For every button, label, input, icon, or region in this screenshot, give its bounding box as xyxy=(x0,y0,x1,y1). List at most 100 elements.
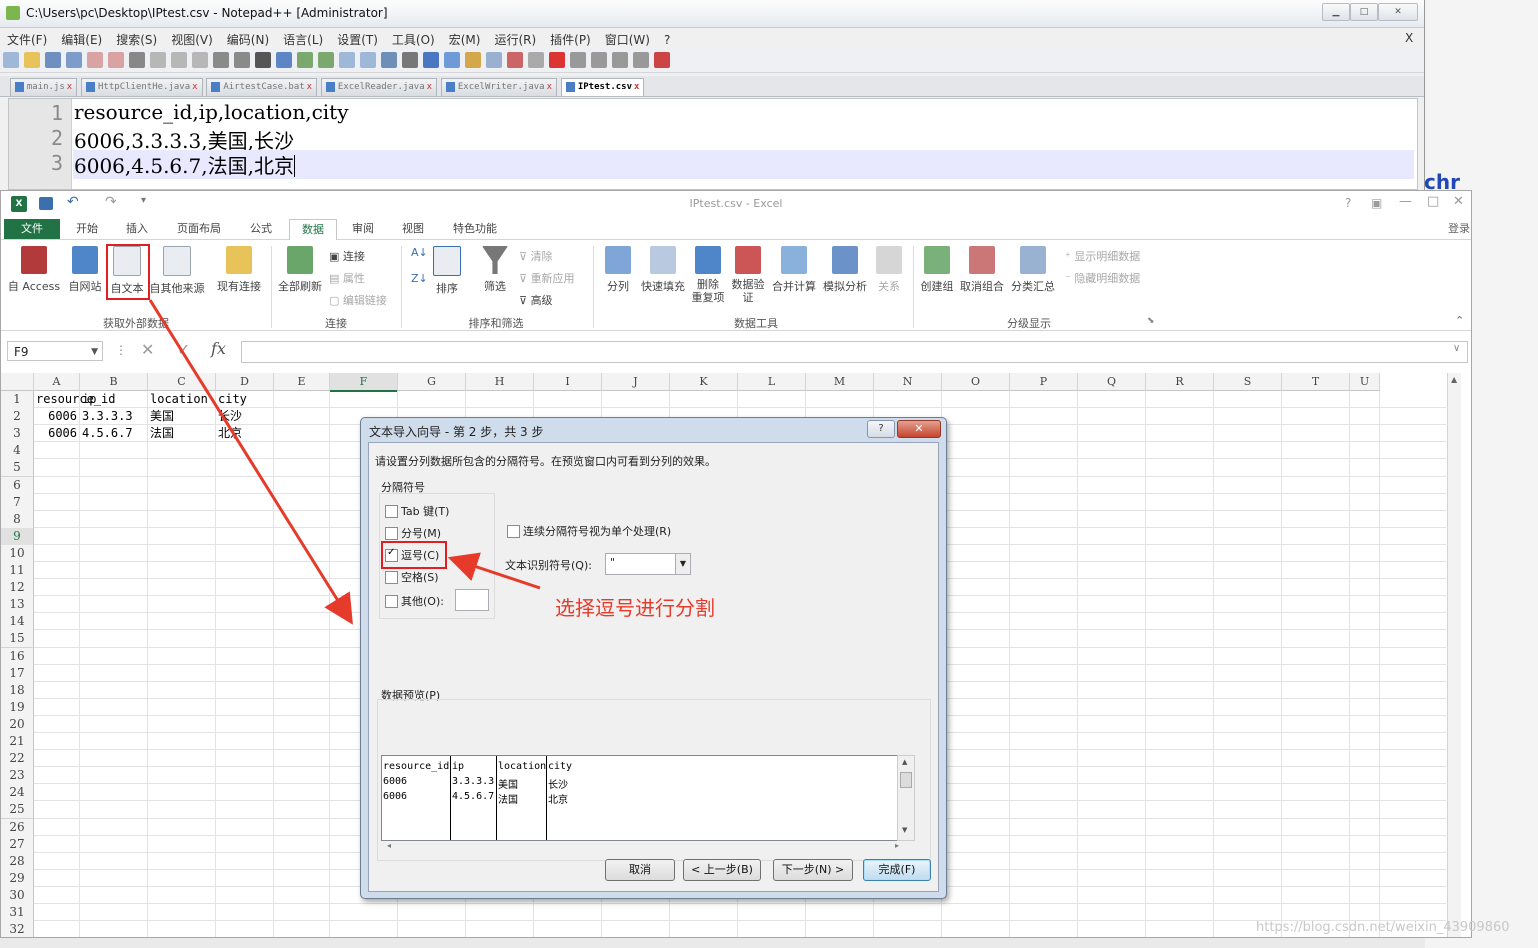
row-header-16[interactable]: 16 xyxy=(1,647,34,666)
flash-fill-button[interactable]: 快速填充 xyxy=(637,246,689,294)
menu-close-icon[interactable]: X xyxy=(1398,28,1420,45)
data-preview[interactable]: resource_id ip location city 6006 3.3.3.… xyxy=(381,755,911,841)
show-detail-button[interactable]: ⁺ 显示明细数据 xyxy=(1065,248,1140,264)
preview-horizontal-scrollbar[interactable]: ◂ ▸ xyxy=(381,841,909,853)
column-header-C[interactable]: C xyxy=(148,373,216,391)
menu-run[interactable]: 运行(R) xyxy=(487,28,543,48)
monitor-icon[interactable] xyxy=(528,52,544,68)
row-header-10[interactable]: 10 xyxy=(1,544,34,563)
column-header-U[interactable]: U xyxy=(1350,373,1380,391)
menu-plugins[interactable]: 插件(P) xyxy=(543,28,598,48)
tab-close-icon[interactable]: x xyxy=(427,82,432,92)
help-icon[interactable]: ? xyxy=(867,420,895,438)
cell-D3[interactable]: 北京 xyxy=(218,425,271,442)
record-macro-icon[interactable] xyxy=(549,52,565,68)
column-header-L[interactable]: L xyxy=(738,373,806,391)
row-header-19[interactable]: 19 xyxy=(1,698,34,717)
checkbox-consecutive[interactable] xyxy=(507,525,520,538)
tab-data[interactable]: 数据 xyxy=(289,219,337,241)
row-header-18[interactable]: 18 xyxy=(1,681,34,700)
tab-close-icon[interactable]: x xyxy=(307,82,312,92)
column-header-D[interactable]: D xyxy=(216,373,274,391)
scroll-down-icon[interactable]: ▼ xyxy=(902,826,907,834)
save-all-icon[interactable] xyxy=(66,52,82,68)
insert-function-icon[interactable]: fx xyxy=(211,339,226,358)
edit-links-button[interactable]: ▢ 编辑链接 xyxy=(329,292,387,308)
other-delimiter-input[interactable] xyxy=(455,589,489,611)
spellcheck-icon[interactable] xyxy=(654,52,670,68)
help-icon[interactable]: ? xyxy=(1345,196,1351,210)
row-header-27[interactable]: 27 xyxy=(1,835,34,854)
save-icon[interactable] xyxy=(45,52,61,68)
remove-duplicates-button[interactable]: 删除 重复项 xyxy=(689,246,727,304)
sync-h-icon[interactable] xyxy=(360,52,376,68)
tab-main-js[interactable]: main.js x xyxy=(9,78,78,96)
checkbox-space[interactable] xyxy=(385,571,398,584)
folder-workspace-icon[interactable] xyxy=(507,52,523,68)
cell-C2[interactable]: 美国 xyxy=(150,408,213,425)
confirm-entry-icon[interactable]: ✓ xyxy=(177,340,190,359)
tab-insert[interactable]: 插入 xyxy=(117,219,157,239)
column-header-I[interactable]: I xyxy=(534,373,602,391)
group-button[interactable]: 创建组 xyxy=(917,246,957,294)
reapply-button[interactable]: ⊽ 重新应用 xyxy=(519,270,575,286)
find-icon[interactable] xyxy=(255,52,271,68)
tab-airtestcase-bat[interactable]: AirtestCase.bat x xyxy=(206,78,318,96)
play-macro-icon[interactable] xyxy=(591,52,607,68)
stop-macro-icon[interactable] xyxy=(570,52,586,68)
cell-B3[interactable]: 4.5.6.7 xyxy=(82,425,145,442)
data-validation-button[interactable]: 数据验 证 xyxy=(729,246,767,304)
what-if-analysis-button[interactable]: 模拟分析 xyxy=(819,246,871,294)
tab-iptest-csv[interactable]: IPtest.csv x xyxy=(560,78,645,96)
consolidate-button[interactable]: 合并计算 xyxy=(769,246,819,294)
row-header-6[interactable]: 6 xyxy=(1,476,34,495)
menu-file[interactable]: 文件(F) xyxy=(0,28,54,48)
menu-view[interactable]: 视图(V) xyxy=(164,28,220,48)
save-macro-icon[interactable] xyxy=(633,52,649,68)
cell-C3[interactable]: 法国 xyxy=(150,425,213,442)
open-file-icon[interactable] xyxy=(24,52,40,68)
row-header-4[interactable]: 4 xyxy=(1,442,34,461)
menu-settings[interactable]: 设置(T) xyxy=(330,28,385,48)
cell-A1[interactable]: resource_id xyxy=(36,391,115,408)
code-line-3[interactable]: 6006,4.5.6.7,法国,北京 xyxy=(73,150,1414,179)
row-header-29[interactable]: 29 xyxy=(1,869,34,888)
zoom-in-icon[interactable] xyxy=(297,52,313,68)
row-header-15[interactable]: 15 xyxy=(1,630,34,649)
tab-review[interactable]: 审阅 xyxy=(343,219,383,239)
select-all-corner[interactable] xyxy=(1,373,34,391)
undo-icon[interactable] xyxy=(213,52,229,68)
column-header-E[interactable]: E xyxy=(274,373,330,391)
udl-icon[interactable] xyxy=(444,52,460,68)
tab-excelreader-java[interactable]: ExcelReader.java x xyxy=(320,78,438,96)
column-header-O[interactable]: O xyxy=(942,373,1010,391)
menu-macro[interactable]: 宏(M) xyxy=(442,28,488,48)
refresh-all-button[interactable]: 全部刷新 xyxy=(273,246,327,294)
row-header-9[interactable]: 9 xyxy=(1,527,34,546)
column-header-M[interactable]: M xyxy=(806,373,874,391)
redo-icon[interactable] xyxy=(234,52,250,68)
indent-guide-icon[interactable] xyxy=(423,52,439,68)
row-header-12[interactable]: 12 xyxy=(1,579,34,598)
clear-filter-button[interactable]: ⊽ 清除 xyxy=(519,248,553,264)
column-header-S[interactable]: S xyxy=(1214,373,1282,391)
row-header-32[interactable]: 32 xyxy=(1,921,34,937)
minimize-icon[interactable]: ▁ xyxy=(1322,3,1350,21)
relationships-button[interactable]: 关系 xyxy=(871,246,907,294)
row-header-28[interactable]: 28 xyxy=(1,852,34,871)
row-header-25[interactable]: 25 xyxy=(1,801,34,820)
cancel-entry-icon[interactable]: ✕ xyxy=(141,340,154,359)
close-all-icon[interactable] xyxy=(108,52,124,68)
tab-close-icon[interactable]: x xyxy=(634,82,639,92)
row-header-11[interactable]: 11 xyxy=(1,562,34,580)
doc-map-icon[interactable] xyxy=(465,52,481,68)
close-file-icon[interactable] xyxy=(87,52,103,68)
cell-A2[interactable]: 6006 xyxy=(36,408,77,425)
replace-icon[interactable] xyxy=(276,52,292,68)
close-icon[interactable]: ✕ xyxy=(897,420,941,438)
from-web-button[interactable]: 自网站 xyxy=(63,246,107,294)
wrap-icon[interactable] xyxy=(381,52,397,68)
column-header-G[interactable]: G xyxy=(398,373,466,391)
preview-vertical-scrollbar[interactable]: ▲ ▼ xyxy=(897,755,915,841)
row-header-31[interactable]: 31 xyxy=(1,904,34,922)
